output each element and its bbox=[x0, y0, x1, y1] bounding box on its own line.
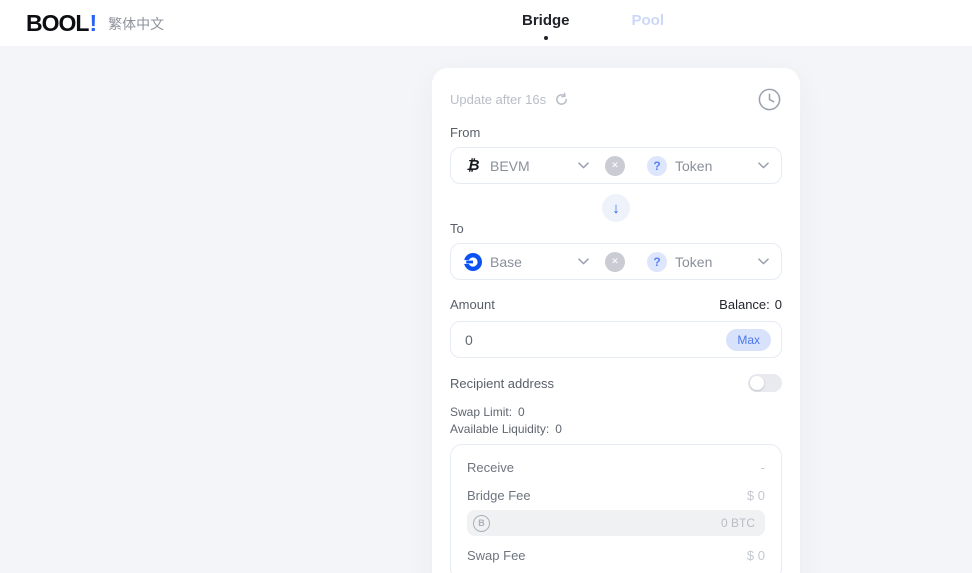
question-icon: ? bbox=[647, 251, 667, 272]
available-liquidity-line: Available Liquidity: 0 bbox=[450, 422, 782, 436]
amount-label: Amount bbox=[450, 297, 495, 312]
brand: BOOL! 繁体中文 bbox=[26, 10, 164, 37]
question-icon: ? bbox=[647, 155, 667, 176]
close-icon: ✕ bbox=[611, 160, 619, 170]
available-liquidity-value: 0 bbox=[555, 422, 562, 436]
to-network-name: Base bbox=[490, 253, 522, 270]
to-select-row: Base ✕ ? Token bbox=[450, 243, 782, 280]
tab-bridge[interactable]: Bridge bbox=[522, 12, 570, 40]
bridge-fee-row: Bridge Fee $ 0 bbox=[467, 488, 765, 503]
max-button[interactable]: Max bbox=[726, 328, 771, 351]
amount-input[interactable] bbox=[465, 331, 727, 348]
refresh-icon[interactable] bbox=[554, 92, 569, 107]
toggle-knob bbox=[750, 376, 764, 390]
bridge-card: Update after 16s From ₿ BEVM ✕ ? Token ↓… bbox=[432, 68, 800, 573]
history-clock-icon[interactable] bbox=[757, 87, 782, 112]
from-network-select[interactable]: ₿ BEVM bbox=[463, 157, 589, 174]
bridge-fee-value: $ 0 bbox=[746, 488, 765, 503]
bridge-fee-token-bar: B 0 BTC bbox=[467, 510, 765, 536]
bool-logo: BOOL! bbox=[26, 10, 97, 36]
to-label: To bbox=[450, 221, 464, 236]
refresh-row: Update after 16s bbox=[450, 86, 782, 112]
bridge-fee-token-amount: 0 BTC bbox=[720, 516, 755, 530]
bevm-network-icon: ₿ bbox=[466, 157, 480, 174]
base-network-icon bbox=[463, 252, 483, 272]
chevron-down-icon bbox=[578, 162, 589, 169]
swap-fee-row: Swap Fee $ 0 bbox=[467, 548, 765, 563]
to-network-select[interactable]: Base bbox=[463, 252, 589, 272]
amount-row: Amount Balance: 0 bbox=[450, 297, 782, 312]
top-bar: BOOL! 繁体中文 Bridge Pool bbox=[0, 0, 972, 46]
btc-coin-icon: B bbox=[473, 514, 490, 532]
recipient-address-label: Recipient address bbox=[450, 375, 555, 391]
receive-label: Receive bbox=[467, 460, 514, 475]
from-select-row: ₿ BEVM ✕ ? Token bbox=[450, 147, 782, 184]
recipient-address-toggle[interactable] bbox=[748, 374, 782, 392]
language-selector[interactable]: 繁体中文 bbox=[108, 14, 164, 34]
receive-value: - bbox=[760, 460, 765, 475]
receive-row: Receive - bbox=[467, 460, 765, 475]
clear-to-token-button[interactable]: ✕ bbox=[605, 251, 625, 272]
chevron-down-icon bbox=[758, 162, 769, 169]
to-token-name: Token bbox=[675, 253, 713, 270]
amount-input-box: Max bbox=[450, 321, 782, 358]
tab-pool-label: Pool bbox=[631, 12, 665, 29]
bridge-fee-label: Bridge Fee bbox=[467, 488, 531, 503]
clear-from-token-button[interactable]: ✕ bbox=[605, 155, 625, 176]
swap-limit-label: Swap Limit: bbox=[450, 405, 513, 419]
fee-summary-panel: Receive - Bridge Fee $ 0 B 0 BTC Swap Fe… bbox=[450, 444, 782, 573]
recipient-row: Recipient address bbox=[450, 374, 782, 392]
swap-limit-value: 0 bbox=[518, 405, 525, 419]
balance-text: Balance: 0 bbox=[719, 297, 782, 312]
from-token-name: Token bbox=[675, 157, 713, 174]
swap-fee-label: Swap Fee bbox=[467, 548, 526, 563]
to-token-select[interactable]: ? Token bbox=[647, 251, 769, 272]
from-label: From bbox=[450, 125, 481, 140]
swap-fee-value: $ 0 bbox=[746, 548, 765, 563]
logo-exclamation: ! bbox=[89, 10, 97, 36]
nav-tabs: Bridge Pool bbox=[522, 12, 665, 40]
balance-value: 0 bbox=[774, 297, 782, 312]
tab-pool[interactable]: Pool bbox=[632, 12, 665, 29]
swap-limit-line: Swap Limit: 0 bbox=[450, 405, 782, 419]
tab-bridge-label: Bridge bbox=[522, 12, 570, 29]
arrow-down-icon: ↓ bbox=[612, 199, 620, 217]
from-token-select[interactable]: ? Token bbox=[647, 155, 769, 176]
update-countdown-text: Update after 16s bbox=[450, 91, 547, 107]
from-network-name: BEVM bbox=[490, 157, 530, 174]
chevron-down-icon bbox=[578, 258, 589, 265]
swap-direction-button[interactable]: ↓ bbox=[602, 194, 630, 222]
close-icon: ✕ bbox=[611, 256, 619, 266]
active-tab-indicator bbox=[543, 36, 548, 40]
available-liquidity-label: Available Liquidity: bbox=[450, 422, 550, 436]
chevron-down-icon bbox=[758, 258, 769, 265]
